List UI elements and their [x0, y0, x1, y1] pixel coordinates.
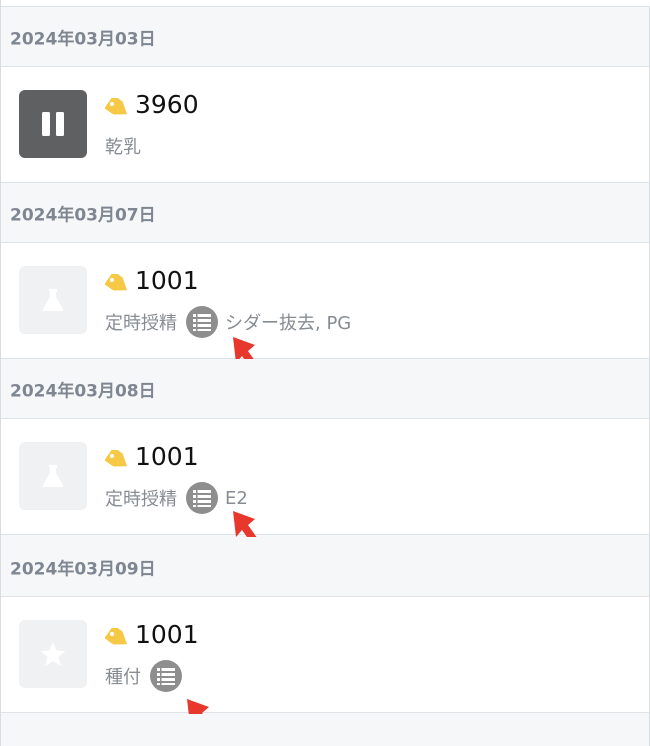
star-icon	[40, 642, 66, 666]
event-subline: 乾乳	[105, 129, 141, 163]
event-row-dry-off[interactable]: 3960 乾乳	[1, 67, 649, 183]
tag-icon	[105, 98, 128, 115]
pause-icon	[42, 112, 64, 136]
date-label: 2024年03月09日	[10, 559, 156, 579]
event-label: 乾乳	[105, 137, 141, 158]
event-detail-text: シダー抜去, PG	[225, 313, 352, 334]
list-icon[interactable]	[149, 659, 183, 693]
event-subline: 定時授精 シダー抜去, PG	[105, 305, 351, 339]
event-row-timed-ai[interactable]: 1001 定時授精 シダー抜去, PG	[1, 243, 649, 380]
event-thumbnail	[19, 442, 87, 510]
date-label: 2024年03月07日	[10, 205, 156, 225]
date-label: 2024年03月08日	[10, 381, 156, 401]
event-label: 定時授精	[105, 313, 177, 334]
flask-icon	[42, 465, 64, 487]
animal-tag-number: 1001	[135, 620, 199, 649]
animal-tag-number: 1001	[135, 266, 199, 295]
event-label: 定時授精	[105, 489, 177, 510]
list-icon[interactable]	[185, 481, 219, 515]
event-row-breeding[interactable]: 1001 種付	[1, 597, 649, 742]
tag-icon	[105, 274, 128, 291]
event-subline: 種付	[105, 659, 189, 693]
event-thumbnail	[19, 90, 87, 158]
event-thumbnail	[19, 620, 87, 688]
animal-tag-number: 3960	[135, 90, 199, 119]
event-thumbnail	[19, 266, 87, 334]
date-label: 2024年03月03日	[10, 29, 156, 49]
date-header: 2024年03月09日	[1, 537, 649, 597]
tag-icon	[105, 628, 128, 645]
event-detail-text: E2	[225, 487, 248, 509]
top-divider	[1, 0, 650, 7]
tag-icon	[105, 450, 128, 467]
date-header: 2024年03月07日	[1, 183, 649, 243]
animal-tag-number: 1001	[135, 442, 199, 471]
flask-icon	[42, 289, 64, 311]
event-subline: 定時授精 E2	[105, 481, 248, 515]
date-header: 2024年03月08日	[1, 359, 649, 419]
event-timeline: 2024年03月03日 3960 乾乳 2024年03月07日 1001 定時授…	[0, 0, 650, 746]
event-label: 種付	[105, 667, 141, 688]
date-header: 2024年03月03日	[1, 7, 649, 67]
event-row-timed-ai[interactable]: 1001 定時授精 E2	[1, 419, 649, 554]
list-icon[interactable]	[185, 305, 219, 339]
list-footer	[1, 714, 649, 746]
